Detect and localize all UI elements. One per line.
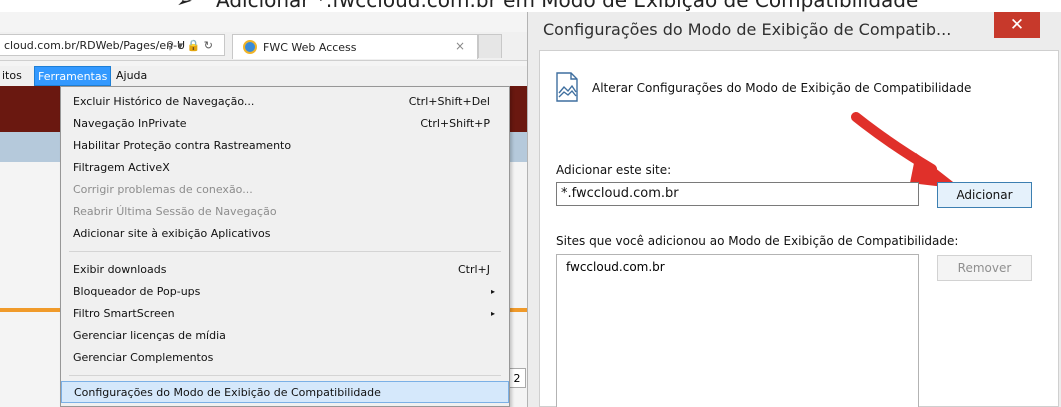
- menu-ferramentas[interactable]: Ferramentas: [34, 66, 112, 86]
- add-site-input[interactable]: *.fwccloud.com.br: [556, 182, 919, 206]
- menu-item-label: Filtragem ActiveX: [73, 161, 170, 174]
- menu-item-label: Excluir Histórico de Navegação...: [73, 95, 255, 108]
- tab-fwc-web-access[interactable]: FWC Web Access ×: [232, 34, 478, 59]
- close-button[interactable]: ✕: [994, 12, 1040, 38]
- page-banner-right: [510, 86, 527, 132]
- menu-item-label: Habilitar Proteção contra Rastreamento: [73, 139, 292, 152]
- page-accent-line: [0, 308, 60, 312]
- menu-favoritos[interactable]: itos: [2, 69, 22, 82]
- heading-text: Adicionar *.fwccloud.com.br em Modo de E…: [216, 0, 919, 12]
- document-heading: ➢ Adicionar *.fwccloud.com.br em Modo de…: [0, 0, 1061, 12]
- dialog-title: Configurações do Modo de Exibição de Com…: [543, 20, 952, 39]
- dialog-body: Alterar Configurações do Modo de Exibiçã…: [539, 50, 1059, 407]
- menu-item-compatibility-view-settings[interactable]: Configurações do Modo de Exibição de Com…: [61, 381, 509, 403]
- menu-item-fix-connection: Corrigir problemas de conexão...: [61, 179, 509, 201]
- menu-item-add-to-apps[interactable]: Adicionar site à exibição Aplicativos: [61, 223, 509, 245]
- browser-window: cloud.com.br/RDWeb/Pages/en-U ⚲ ▾ 🔒 ↻ FW…: [0, 12, 528, 407]
- menu-item-label: Filtro SmartScreen: [73, 307, 175, 320]
- menu-item-label: Bloqueador de Pop-ups: [73, 285, 201, 298]
- menu-item-downloads[interactable]: Exibir downloads Ctrl+J: [61, 259, 509, 281]
- added-sites-list[interactable]: fwccloud.com.br: [556, 254, 919, 407]
- menu-item-shortcut: Ctrl+J: [457, 263, 490, 276]
- menu-item-media-licenses[interactable]: Gerenciar licenças de mídia: [61, 325, 509, 347]
- menu-item-label: Gerenciar Complementos: [73, 351, 214, 364]
- page-number: 2: [508, 368, 526, 388]
- submenu-arrow-icon: ▸: [490, 287, 495, 296]
- menu-item-label: Reabrir Última Sessão de Navegação: [73, 205, 277, 218]
- page-accent-line-right: [510, 308, 527, 312]
- address-bar-row: cloud.com.br/RDWeb/Pages/en-U ⚲ ▾ 🔒 ↻ FW…: [0, 32, 527, 61]
- address-text: cloud.com.br/RDWeb/Pages/en-U: [4, 39, 186, 52]
- menu-item-activex-filtering[interactable]: Filtragem ActiveX: [61, 157, 509, 179]
- menu-ajuda[interactable]: Ajuda: [116, 69, 147, 82]
- menu-item-popup-blocker[interactable]: Bloqueador de Pop-ups ▸: [61, 281, 509, 303]
- page-band-right: [510, 132, 527, 162]
- menu-item-label: Gerenciar licenças de mídia: [73, 329, 226, 342]
- menu-item-shortcut: Ctrl+Shift+Del: [408, 95, 490, 108]
- new-tab-button[interactable]: [478, 34, 502, 58]
- tab-close-icon[interactable]: ×: [455, 39, 465, 53]
- menu-item-manage-addons[interactable]: Gerenciar Complementos: [61, 347, 509, 369]
- menu-separator: [69, 251, 501, 252]
- menu-item-label: Corrigir problemas de conexão...: [73, 183, 253, 196]
- add-site-label: Adicionar este site:: [556, 163, 672, 177]
- menu-item-label: Configurações do Modo de Exibição de Com…: [74, 386, 381, 399]
- address-field[interactable]: cloud.com.br/RDWeb/Pages/en-U ⚲ ▾ 🔒 ↻: [0, 34, 225, 56]
- dialog-description: Alterar Configurações do Modo de Exibiçã…: [592, 81, 972, 95]
- tab-title: FWC Web Access: [263, 41, 357, 54]
- remove-button: Remover: [937, 255, 1032, 281]
- menu-bar: itos Ferramentas Ajuda: [0, 66, 527, 86]
- page-band: [0, 132, 60, 162]
- menu-item-smartscreen[interactable]: Filtro SmartScreen ▸: [61, 303, 509, 325]
- menu-item-label: Navegação InPrivate: [73, 117, 187, 130]
- menu-item-shortcut: Ctrl+Shift+P: [420, 117, 490, 130]
- menu-item-delete-history[interactable]: Excluir Histórico de Navegação... Ctrl+S…: [61, 91, 509, 113]
- tools-menu: Excluir Histórico de Navegação... Ctrl+S…: [60, 86, 510, 407]
- address-icons[interactable]: ⚲ ▾ 🔒 ↻: [166, 35, 213, 55]
- add-button[interactable]: Adicionar: [937, 182, 1032, 208]
- ie-icon: [243, 40, 257, 54]
- menu-separator: [69, 375, 501, 376]
- menu-item-inprivate[interactable]: Navegação InPrivate Ctrl+Shift+P: [61, 113, 509, 135]
- bullet-icon: ➢: [176, 0, 193, 12]
- added-sites-label: Sites que você adicionou ao Modo de Exib…: [556, 234, 959, 248]
- list-item[interactable]: fwccloud.com.br: [566, 260, 665, 274]
- menu-item-reopen-session: Reabrir Última Sessão de Navegação: [61, 201, 509, 223]
- menu-item-tracking-protection[interactable]: Habilitar Proteção contra Rastreamento: [61, 135, 509, 157]
- compatibility-document-icon: [556, 72, 578, 102]
- menu-item-label: Adicionar site à exibição Aplicativos: [73, 227, 271, 240]
- page-banner: [0, 86, 60, 132]
- menu-item-label: Exibir downloads: [73, 263, 167, 276]
- compatibility-view-dialog: Configurações do Modo de Exibição de Com…: [527, 12, 1061, 407]
- submenu-arrow-icon: ▸: [490, 309, 495, 318]
